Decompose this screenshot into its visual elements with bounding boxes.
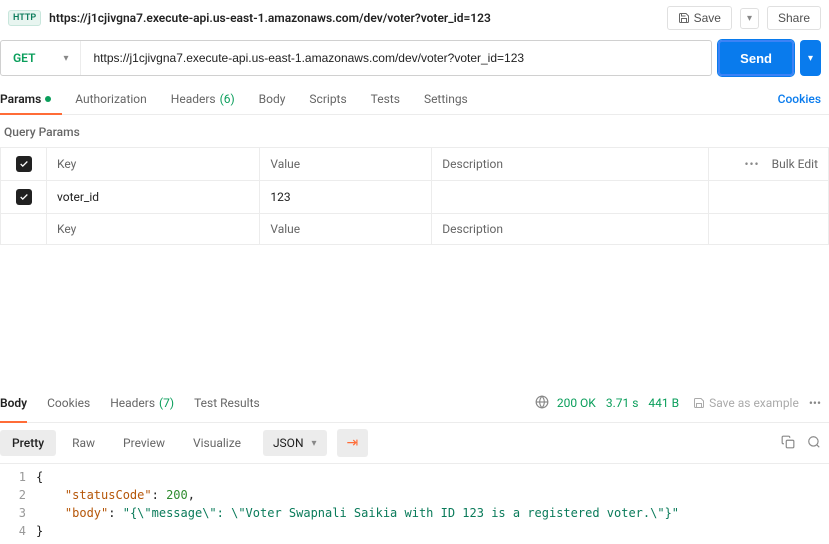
chevron-down-icon: ▾ xyxy=(808,53,813,64)
http-badge: HTTP xyxy=(8,10,41,26)
save-button[interactable]: Save xyxy=(667,6,732,30)
share-button[interactable]: Share xyxy=(767,6,821,30)
save-dropdown[interactable]: ▾ xyxy=(740,8,759,29)
chevron-down-icon: ▾ xyxy=(747,13,752,24)
response-tab-tests[interactable]: Test Results xyxy=(194,392,260,414)
table-row-new: Key Value Description xyxy=(1,214,829,245)
response-body[interactable]: 1234 { "statusCode": 200, "body": "{\"me… xyxy=(0,464,829,544)
response-size: 441 B xyxy=(648,396,679,410)
response-tab-headers-label: Headers xyxy=(110,396,155,410)
chevron-down-icon: ▾ xyxy=(312,438,317,449)
response-headers-count: (7) xyxy=(159,396,174,410)
col-value: Value xyxy=(260,148,432,181)
search-icon[interactable] xyxy=(807,435,821,452)
bulk-edit-link[interactable]: Bulk Edit xyxy=(772,157,818,171)
param-value-cell[interactable]: 123 xyxy=(260,181,432,214)
chevron-down-icon: ▾ xyxy=(63,53,68,64)
method-label: GET xyxy=(13,51,35,65)
query-params-label: Query Params xyxy=(0,115,829,147)
tab-tests[interactable]: Tests xyxy=(371,84,400,114)
send-button[interactable]: Send xyxy=(718,40,794,76)
formatter-preview[interactable]: Preview xyxy=(111,430,177,456)
params-indicator-dot xyxy=(45,96,51,102)
response-tab-body[interactable]: Body xyxy=(0,392,27,414)
save-label: Save xyxy=(694,11,721,25)
param-key-placeholder[interactable]: Key xyxy=(47,214,260,245)
save-as-example[interactable]: Save as example xyxy=(693,396,799,410)
response-tab-cookies[interactable]: Cookies xyxy=(47,392,90,414)
method-selector[interactable]: GET ▾ xyxy=(1,41,81,75)
tab-headers-label: Headers xyxy=(171,92,216,106)
cookies-link[interactable]: Cookies xyxy=(778,92,821,106)
table-row: voter_id 123 xyxy=(1,181,829,214)
col-key: Key xyxy=(47,148,260,181)
save-icon xyxy=(678,12,690,24)
tab-settings[interactable]: Settings xyxy=(424,84,468,114)
language-dropdown[interactable]: JSON ▾ xyxy=(263,430,327,456)
param-desc-cell[interactable] xyxy=(432,181,709,214)
tab-authorization[interactable]: Authorization xyxy=(75,84,147,114)
response-time: 3.71 s xyxy=(606,396,639,410)
formatter-raw[interactable]: Raw xyxy=(60,430,107,456)
globe-icon[interactable] xyxy=(535,395,549,412)
formatter-visualize[interactable]: Visualize xyxy=(181,430,253,456)
headers-count: (6) xyxy=(220,92,235,106)
active-tab-underline xyxy=(0,113,62,115)
col-desc: Description xyxy=(432,148,709,181)
url-input[interactable] xyxy=(81,41,711,75)
tab-headers[interactable]: Headers (6) xyxy=(171,84,235,114)
send-dropdown[interactable]: ▾ xyxy=(800,40,821,76)
more-icon[interactable]: ••• xyxy=(809,396,821,410)
tab-params[interactable]: Params xyxy=(0,84,51,114)
line-gutter: 1234 xyxy=(0,468,36,540)
formatter-pretty[interactable]: Pretty xyxy=(0,430,56,456)
tab-title: https://j1cjivgna7.execute-api.us-east-1… xyxy=(49,11,658,25)
select-all-checkbox[interactable] xyxy=(16,156,32,172)
wrap-lines-icon[interactable]: ⇥ xyxy=(337,429,369,457)
response-tab-headers[interactable]: Headers (7) xyxy=(110,392,174,414)
more-options-icon[interactable]: ••• xyxy=(744,157,759,171)
copy-icon[interactable] xyxy=(781,435,795,452)
tab-body[interactable]: Body xyxy=(259,84,286,114)
status-code: 200 OK xyxy=(557,396,596,410)
save-as-example-label: Save as example xyxy=(709,396,799,410)
tab-params-label: Params xyxy=(0,92,41,106)
row-checkbox[interactable] xyxy=(16,189,32,205)
save-icon xyxy=(693,397,705,409)
param-value-placeholder[interactable]: Value xyxy=(260,214,432,245)
tab-scripts[interactable]: Scripts xyxy=(309,84,346,114)
param-key-cell[interactable]: voter_id xyxy=(47,181,260,214)
language-label: JSON xyxy=(273,436,304,450)
query-params-table: Key Value Description ••• Bulk Edit voter… xyxy=(0,147,829,245)
code-lines: { "statusCode": 200, "body": "{\"message… xyxy=(36,468,829,540)
param-desc-placeholder[interactable]: Description xyxy=(432,214,709,245)
